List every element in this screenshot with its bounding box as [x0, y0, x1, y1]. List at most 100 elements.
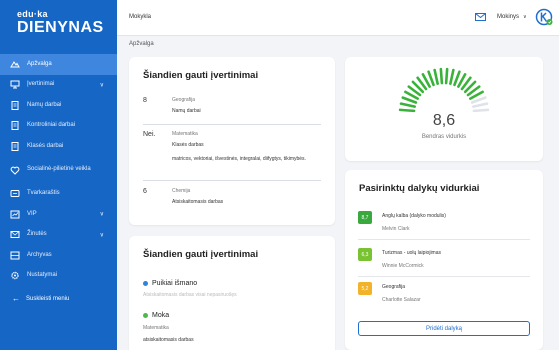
- gauge-tick: [449, 68, 455, 85]
- today-grades-title: Šiandien gauti įvertinimai: [143, 70, 259, 81]
- gauge-tick: [399, 102, 416, 108]
- subject-name: Turizmas - uolų laipiojimas: [382, 250, 441, 256]
- grade-subject: Chemija: [172, 188, 191, 194]
- user-menu[interactable]: Mokinys ∨: [497, 14, 527, 20]
- subject-averages-card: Pasirinktų dalykų vidurkiai 8,7 Anglų ka…: [345, 170, 543, 350]
- today-levels-title: Šiandien gauti įvertinimai: [143, 249, 259, 260]
- sidebar-item-label: Socialinė-pilietinė veikla: [27, 166, 91, 173]
- average-label: Bendras vidurkis: [421, 134, 467, 140]
- sidebar-item-zinutes[interactable]: Žinutės ∨: [0, 225, 117, 246]
- sidebar-item-label: Archyvas: [27, 251, 52, 258]
- topbar: Mokykla Mokinys ∨: [117, 0, 559, 36]
- add-subject-button[interactable]: Pridėti dalyką: [358, 321, 530, 336]
- level-subtext: Atsiskaitomasis darbas visai nepasiruošę…: [143, 292, 237, 298]
- grade-description: matricos, vektoriai, išvestinės, integra…: [172, 156, 306, 162]
- logo-text: DIENYNAS: [17, 19, 104, 36]
- arrow-left-icon: ←: [12, 294, 20, 303]
- gear-icon: [5, 271, 25, 280]
- subject-teacher: Charlotte Salazar: [382, 297, 421, 303]
- grade-type: Namų darbai: [172, 108, 201, 114]
- subject-average-item[interactable]: 5,2 Geografija Charlotte Salazar: [358, 280, 530, 310]
- sidebar-item-vip[interactable]: VIP ∨: [0, 204, 117, 225]
- sidebar-item-label: Nustatymai: [27, 272, 58, 278]
- logo[interactable]: edu·ka DIENYNAS: [17, 9, 104, 37]
- average-gauge: [398, 67, 490, 113]
- sidebar-item-klases-darbai[interactable]: Klasės darbai: [0, 136, 117, 157]
- mail-icon[interactable]: [475, 12, 486, 22]
- average-value: 8,6: [432, 112, 456, 129]
- gauge-tick: [433, 68, 439, 85]
- sidebar-item-ivertinimai[interactable]: Įvertinimai ∨: [0, 75, 117, 96]
- sidebar-item-label: Tvarkaraštis: [27, 190, 60, 196]
- grade-type: Klasės darbas: [172, 142, 204, 148]
- user-name: Mokinys: [497, 14, 520, 20]
- level-item[interactable]: Moka: [143, 312, 169, 319]
- subject-teacher: Winnie McCormick: [382, 263, 424, 269]
- today-levels-card: Šiandien gauti įvertinimai Puikiai išman…: [129, 236, 335, 350]
- gauge-tick: [453, 70, 461, 87]
- sidebar-item-socialine-veikla[interactable]: Socialinė-pilietinė veikla: [0, 157, 117, 184]
- grade-subject: Matematika: [172, 131, 198, 137]
- gauge-tick: [470, 96, 487, 104]
- subject-average-badge: 8,7: [358, 211, 372, 224]
- level-subject: Matematika: [143, 325, 169, 331]
- sidebar-item-apzvalga[interactable]: Apžvalga: [0, 54, 117, 75]
- sidebar-item-tvarkarastis[interactable]: Tvarkaraštis: [0, 184, 117, 205]
- sidebar-item-kontroliniai[interactable]: Kontroliniai darbai: [0, 116, 117, 137]
- grade-type: Atsiskaitomasis darbas: [172, 199, 224, 205]
- calendar-icon: [5, 189, 25, 198]
- mail-icon: [5, 230, 25, 239]
- level-item[interactable]: Puikiai išmano: [143, 280, 197, 287]
- sidebar-item-label: Namų darbai: [27, 101, 62, 108]
- subject-name: Anglų kalba (dalyko modulis): [382, 213, 446, 219]
- gauge-tick: [427, 70, 435, 87]
- overall-average-card: 8,6 Bendras vidurkis: [345, 57, 543, 161]
- chevron-down-icon: ∨: [99, 82, 104, 89]
- sidebar-item-label: Apžvalga: [27, 60, 52, 67]
- subject-name: Geografija: [382, 284, 406, 290]
- collapse-menu-button[interactable]: ← Suskleisti meniu: [0, 290, 117, 307]
- archive-icon: [5, 251, 25, 260]
- subject-teacher: Melvin Clark: [382, 226, 410, 232]
- dashboard-icon: [5, 60, 25, 69]
- sidebar-item-label: Kontroliniai darbai: [27, 122, 76, 128]
- subject-averages-title: Pasirinktų dalykų vidurkiai: [359, 183, 480, 194]
- subject-average-badge: 6,3: [358, 248, 372, 261]
- gauge-ticks: [398, 67, 490, 113]
- sidebar-item-label: VIP: [27, 210, 37, 217]
- subject-average-item[interactable]: 6,3 Turizmas - uolų laipiojimas Winnie M…: [358, 246, 530, 276]
- sidebar-item-label: Klasės darbai: [27, 142, 64, 149]
- k-avatar-icon[interactable]: [535, 8, 553, 26]
- monitor-icon: [5, 80, 25, 89]
- breadcrumb: Apžvalga: [129, 41, 154, 47]
- heart-icon: [5, 166, 25, 175]
- subject-average-badge: 5,2: [358, 282, 372, 295]
- divider: [143, 124, 321, 125]
- sidebar-item-archyvas[interactable]: Archyvas: [0, 245, 117, 266]
- level-dot: [143, 281, 148, 286]
- sidebar-item-nustatymai[interactable]: Nustatymai: [0, 266, 117, 287]
- gauge-tick: [472, 108, 490, 113]
- level-label: Moka: [152, 312, 170, 319]
- sidebar-nav: Apžvalga Įvertinimai ∨ Namų darbai Kontr…: [0, 54, 117, 286]
- gauge-tick: [398, 108, 416, 113]
- divider: [143, 180, 321, 181]
- today-grades-card: Šiandien gauti įvertinimai 8 Geografija …: [129, 57, 335, 225]
- divider: [358, 239, 530, 240]
- sidebar: edu·ka DIENYNAS Apžvalga Įvertinimai ∨ N…: [0, 0, 117, 350]
- sidebar-item-label: Žinutės: [27, 231, 47, 237]
- document-icon: [5, 141, 25, 151]
- grade-subject: Geografija: [172, 97, 196, 103]
- sidebar-item-namu-darbai[interactable]: Namų darbai: [0, 95, 117, 116]
- chevron-down-icon: ∨: [523, 14, 527, 20]
- collapse-menu-label: Suskleisti meniu: [26, 295, 70, 302]
- subject-average-item[interactable]: 8,7 Anglų kalba (dalyko modulis) Melvin …: [358, 209, 530, 239]
- level-type: atsiskaitomasis darbas: [143, 337, 194, 343]
- gauge-tick: [439, 67, 444, 85]
- sidebar-item-label: Įvertinimai: [27, 81, 55, 87]
- document-icon: [5, 121, 25, 131]
- divider: [358, 276, 530, 277]
- gauge-tick: [401, 96, 418, 104]
- gauge-tick: [472, 102, 489, 108]
- grade-value: 6: [143, 188, 147, 195]
